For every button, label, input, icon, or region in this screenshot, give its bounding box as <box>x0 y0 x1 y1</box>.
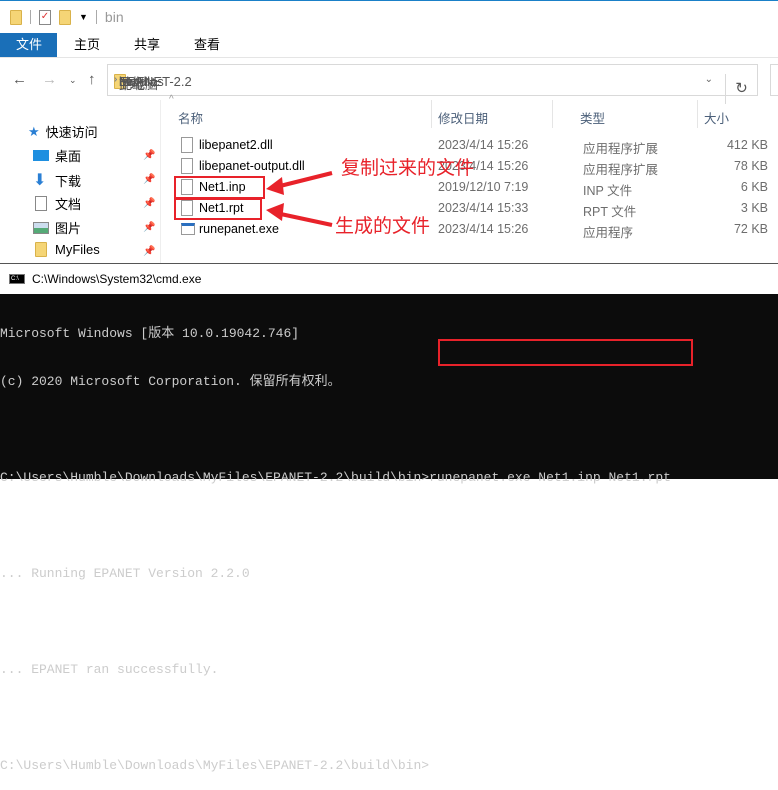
recent-dropdown-icon[interactable]: ⌄ <box>69 75 77 86</box>
document-icon <box>35 196 47 211</box>
customize-dropdown-icon[interactable]: ▼ <box>79 12 88 22</box>
exe-file-icon <box>181 223 195 235</box>
properties-icon[interactable]: ✓ <box>39 9 51 25</box>
tab-file[interactable]: 文件 <box>0 33 57 57</box>
cmd-icon: C:\ <box>9 274 25 284</box>
tab-view[interactable]: 查看 <box>177 33 237 57</box>
back-icon[interactable]: ← <box>12 71 27 88</box>
cmd-title-bar: C:\ C:\Windows\System32\cmd.exe <box>0 263 778 294</box>
star-icon: ★ <box>28 123 40 139</box>
annotation-generated: 生成的文件 <box>335 216 431 237</box>
pin-icon[interactable]: 📌 <box>143 222 155 233</box>
sidebar-item-downloads[interactable]: ⬇ 下载 <box>33 170 81 190</box>
quick-access-toolbar: ✓ ▼ bin <box>0 0 778 33</box>
arrowhead <box>266 177 284 195</box>
sort-ascending-icon: ^ <box>169 94 174 105</box>
annotation-copied: 复制过来的文件 <box>341 158 475 179</box>
window-title: bin <box>104 9 124 25</box>
pictures-icon <box>33 221 49 234</box>
column-headers: ^ 名称 修改日期 类型 大小 <box>161 94 778 130</box>
address-dropdown-icon[interactable]: ⌄ <box>705 74 713 85</box>
console-output[interactable]: Microsoft Windows [版本 10.0.19042.746] (c… <box>0 294 778 773</box>
separator <box>30 10 31 24</box>
breadcrumb-item[interactable]: bin <box>119 74 136 89</box>
highlight-box <box>174 176 265 199</box>
tab-home[interactable]: 主页 <box>57 33 117 57</box>
address-bar[interactable]: › 此电脑 › 下载 › MyFiles › EPANET-2.2 › build › bi… <box>107 64 758 104</box>
ribbon-tabs: 文件 主页 共享 查看 <box>0 33 778 58</box>
navigation-bar: ← → ⌄ ↑ › 此电脑 › 下载 › MyFiles › EPANET-2.2 › b… <box>0 62 778 104</box>
column-type[interactable]: 类型 <box>580 108 605 127</box>
console-line: ... Running EPANET Version 2.2.0 <box>0 566 250 581</box>
arrow-annotations <box>266 171 333 227</box>
console-line: C:\Users\Humble\Downloads\MyFiles\EPANET… <box>0 758 430 773</box>
console-line: ... EPANET ran successfully. <box>0 662 219 677</box>
search-input[interactable] <box>770 64 778 96</box>
pin-icon[interactable]: 📌 <box>143 198 155 209</box>
console-line: (c) 2020 Microsoft Corporation. 保留所有权利。 <box>0 374 341 389</box>
command-highlight-box <box>438 339 693 366</box>
column-name[interactable]: 名称 <box>178 108 203 127</box>
sidebar-item-desktop[interactable]: 桌面 <box>33 146 81 165</box>
sidebar-item-pictures[interactable]: 图片 <box>33 218 81 237</box>
folder-icon <box>35 242 47 257</box>
cmd-title: C:\Windows\System32\cmd.exe <box>32 272 202 286</box>
up-icon[interactable]: ↑ <box>88 71 96 88</box>
forward-icon[interactable]: → <box>42 71 57 88</box>
sidebar-item-myfiles[interactable]: MyFiles <box>33 242 100 257</box>
console-command: runepanet.exe Net1.inp Net1.rpt <box>429 470 671 485</box>
pin-icon[interactable]: 📌 <box>143 174 155 185</box>
tab-share[interactable]: 共享 <box>117 33 177 57</box>
console-line: C:\Users\Humble\Downloads\MyFiles\EPANET… <box>0 470 671 485</box>
column-size[interactable]: 大小 <box>704 108 729 127</box>
pin-icon[interactable]: 📌 <box>143 246 155 257</box>
folder-icon <box>10 9 22 25</box>
dll-file-icon <box>181 137 193 153</box>
pin-icon[interactable]: 📌 <box>143 150 155 161</box>
sidebar-quick-access[interactable]: ★ 快速访问 <box>28 122 98 141</box>
download-icon: ⬇ <box>33 172 47 189</box>
arrowhead <box>266 203 284 221</box>
dll-file-icon <box>181 158 193 174</box>
column-date[interactable]: 修改日期 <box>438 108 488 127</box>
highlight-box <box>174 198 262 220</box>
separator <box>95 10 97 24</box>
desktop-icon <box>33 150 49 161</box>
new-folder-icon[interactable] <box>59 9 71 25</box>
arrow-line <box>275 171 333 189</box>
arrow-line <box>275 211 333 227</box>
file-row[interactable]: runepanet.exe 2023/4/14 15:26 应用程序 72 KB <box>161 219 778 240</box>
sidebar-item-documents[interactable]: 文档 <box>33 194 81 213</box>
